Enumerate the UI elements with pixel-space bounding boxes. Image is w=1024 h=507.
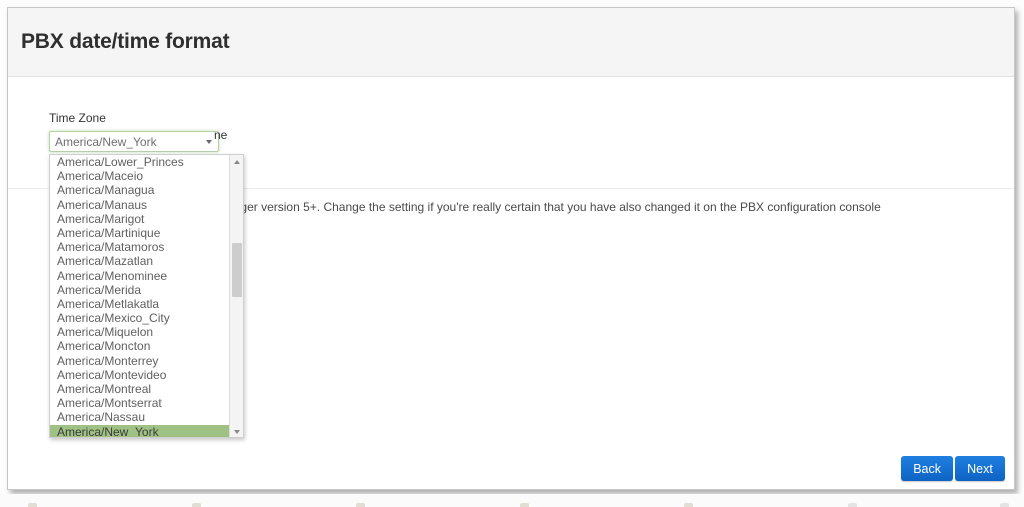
- caret-up-icon: [234, 160, 240, 164]
- dropdown-option[interactable]: America/Monterrey: [50, 354, 230, 368]
- dropdown-option[interactable]: America/Maceio: [50, 169, 230, 183]
- dropdown-option[interactable]: America/Merida: [50, 283, 230, 297]
- card-body: Time Zone America/New_York ne rmat for P…: [8, 77, 1014, 449]
- chevron-down-icon: [206, 140, 212, 144]
- dropdown-option[interactable]: America/Miquelon: [50, 325, 230, 339]
- offscreen-item-marker: [684, 503, 693, 507]
- dropdown-option[interactable]: America/Mexico_City: [50, 311, 230, 325]
- dropdown-option[interactable]: America/Manaus: [50, 198, 230, 212]
- dropdown-option[interactable]: America/Montreal: [50, 382, 230, 396]
- timezone-dropdown-listbox[interactable]: America/Lower_Princes America/Maceio Ameri…: [49, 154, 244, 438]
- dropdown-option[interactable]: America/Moncton: [50, 339, 230, 353]
- offscreen-item-marker: [520, 503, 529, 507]
- back-button[interactable]: Back: [901, 456, 953, 481]
- wizard-card: PBX date/time format Time Zone America/N…: [7, 7, 1015, 490]
- card-footer: Back Next: [8, 449, 1014, 489]
- dropdown-option[interactable]: America/Matamoros: [50, 240, 230, 254]
- dropdown-option[interactable]: America/Lower_Princes: [50, 155, 230, 169]
- dropdown-option[interactable]: America/Montserrat: [50, 396, 230, 410]
- dropdown-option[interactable]: America/Marigot: [50, 212, 230, 226]
- dropdown-option[interactable]: America/Metlakatla: [50, 297, 230, 311]
- dropdown-option[interactable]: America/Montevideo: [50, 368, 230, 382]
- offscreen-item-marker: [1000, 503, 1009, 507]
- page-background-strip: [0, 494, 1024, 507]
- page-title: PBX date/time format: [21, 30, 230, 53]
- offscreen-item-marker: [356, 503, 365, 507]
- dropdown-option[interactable]: America/New_York: [50, 424, 230, 437]
- offscreen-item-marker: [848, 503, 857, 507]
- caret-down-icon: [234, 430, 240, 434]
- dropdown-option[interactable]: America/Martinique: [50, 226, 230, 240]
- dropdown-option[interactable]: America/Menominee: [50, 269, 230, 283]
- card-header: PBX date/time format: [8, 8, 1014, 77]
- dropdown-option[interactable]: America/Nassau: [50, 410, 230, 424]
- dropdown-option[interactable]: America/Managua: [50, 183, 230, 197]
- offscreen-item-marker: [28, 503, 37, 507]
- dropdown-option[interactable]: America/Mazatlan: [50, 254, 230, 268]
- timezone-field-group: Time Zone America/New_York: [49, 111, 219, 152]
- scroll-up-button[interactable]: [230, 155, 243, 169]
- scrollbar-thumb[interactable]: [232, 243, 242, 297]
- timezone-selected-value: America/New_York: [55, 135, 157, 149]
- timezone-select[interactable]: America/New_York: [49, 131, 219, 152]
- dropdown-scrollbar[interactable]: [229, 155, 243, 437]
- next-button[interactable]: Next: [955, 456, 1005, 481]
- occluded-field-label: ne: [214, 128, 228, 142]
- dropdown-options-container: America/Lower_Princes America/Maceio Ameri…: [50, 155, 230, 437]
- offscreen-item-marker: [192, 503, 201, 507]
- scroll-down-button[interactable]: [230, 425, 243, 437]
- timezone-label: Time Zone: [49, 111, 106, 125]
- screen-root: PBX date/time format Time Zone America/N…: [0, 0, 1024, 507]
